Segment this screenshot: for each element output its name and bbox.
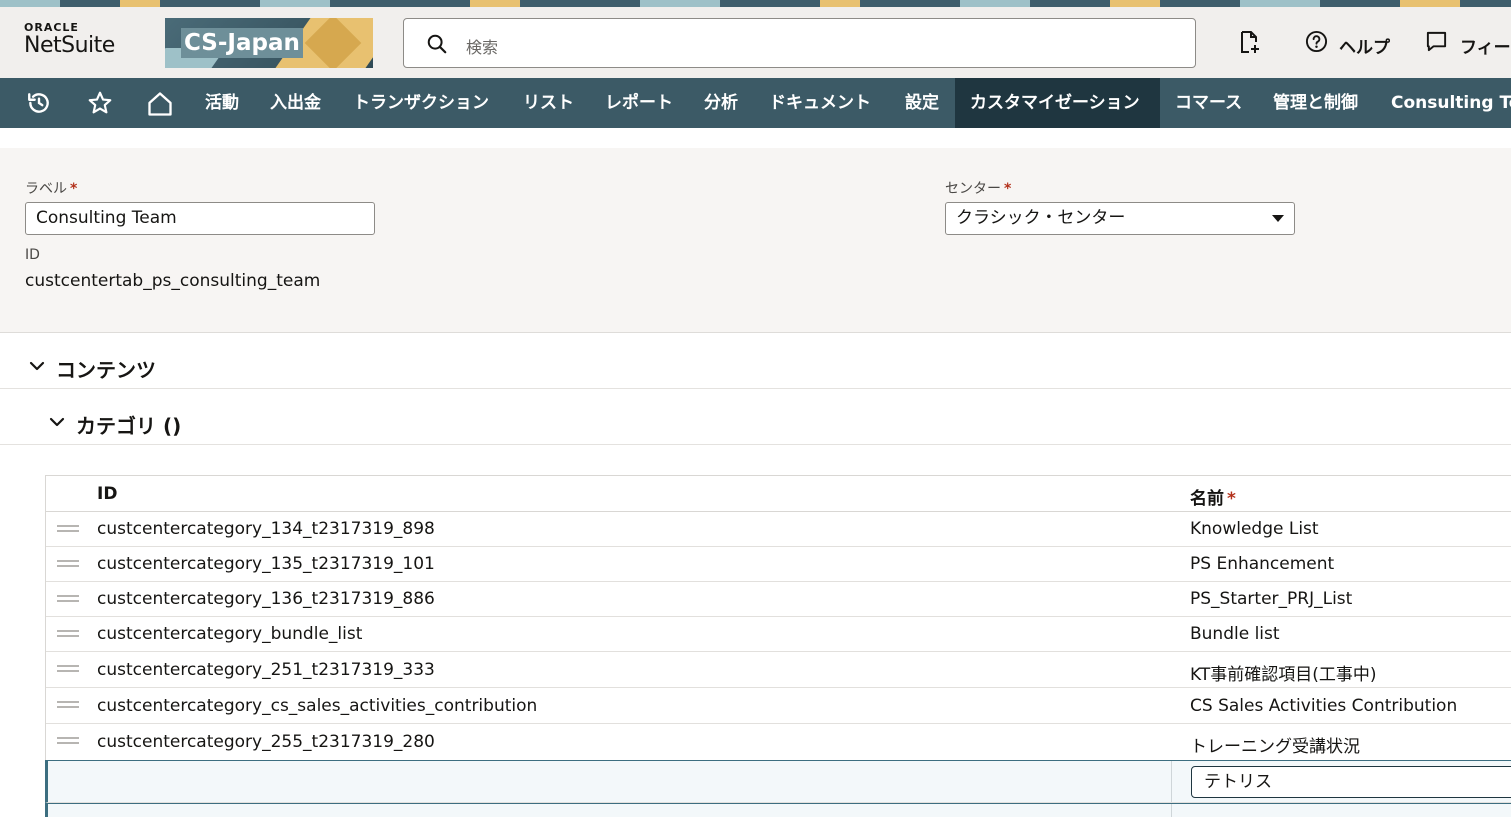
row-id-cell: custcentercategory_bundle_list xyxy=(97,624,363,644)
drag-handle-icon[interactable] xyxy=(57,701,79,709)
table-row-editing[interactable]: テトリス xyxy=(45,760,1511,803)
company-brand-banner: CS-Japan xyxy=(165,18,373,68)
column-header-name[interactable]: 名前 * xyxy=(1190,484,1236,509)
help-link[interactable]: ヘルプ xyxy=(1339,33,1390,58)
row-name-cell: Bundle list xyxy=(1190,624,1280,644)
row-id-cell: custcentercategory_135_t2317319_101 xyxy=(97,554,435,574)
center-field-caption: センター * xyxy=(945,181,1012,197)
row-id-cell: custcentercategory_cs_sales_activities_c… xyxy=(97,696,538,716)
center-select[interactable]: クラシック・センター xyxy=(945,202,1295,235)
app-header: ORACLE NetSuite CS-Japan 検索 ヘルプ フィー xyxy=(0,0,1511,78)
row-name-cell: Knowledge List xyxy=(1190,519,1319,539)
favorites-star-icon[interactable] xyxy=(87,90,113,116)
row-id-cell: custcentercategory_255_t2317319_280 xyxy=(97,732,435,752)
column-divider xyxy=(1171,804,1172,817)
row-name-cell: PS Enhancement xyxy=(1190,554,1335,574)
row-id-cell: custcentercategory_134_t2317319_898 xyxy=(97,519,435,539)
table-row[interactable]: custcentercategory_255_t2317319_280 トレーニ… xyxy=(46,724,1511,760)
drag-handle-icon[interactable] xyxy=(57,737,79,745)
logo-oracle-text: ORACLE xyxy=(24,21,79,34)
drag-handle-icon[interactable] xyxy=(57,665,79,673)
id-field-caption: ID xyxy=(25,247,40,263)
nav-item-customization[interactable]: カスタマイゼーション xyxy=(955,78,1160,128)
nav-item-commerce[interactable]: コマース xyxy=(1160,78,1257,128)
contents-section-header[interactable]: コンテンツ xyxy=(0,333,1511,389)
row-name-cell: トレーニング受講状況 xyxy=(1190,737,1360,757)
nav-item-management[interactable]: 管理と制御 xyxy=(1258,78,1373,128)
main-navigation-bar: 活動 入出金 トランザクション リスト レポート 分析 ドキュメント 設定 カス… xyxy=(0,78,1511,128)
column-divider xyxy=(1171,761,1172,802)
global-search-input[interactable]: 検索 xyxy=(403,18,1196,68)
nav-item-documents[interactable]: ドキュメント xyxy=(754,78,886,128)
chevron-down-icon xyxy=(49,417,65,427)
nav-item-reports[interactable]: レポート xyxy=(590,78,688,128)
header-pattern-stripe xyxy=(0,0,1511,7)
chevron-down-icon xyxy=(29,361,45,371)
category-section-title: カテゴリ () xyxy=(76,414,182,438)
table-row[interactable]: custcentercategory_134_t2317319_898 Know… xyxy=(46,512,1511,547)
table-row[interactable]: custcentercategory_136_t2317319_886 PS_S… xyxy=(46,582,1511,617)
oracle-netsuite-logo[interactable]: ORACLE NetSuite xyxy=(24,22,115,57)
logo-netsuite-text: NetSuite xyxy=(24,33,115,58)
row-name-cell: KT事前確認項目(工事中) xyxy=(1190,665,1377,685)
label-field-input[interactable]: Consulting Team xyxy=(25,202,375,235)
nav-item-setup[interactable]: 設定 xyxy=(890,78,954,128)
brand-text: CS-Japan xyxy=(181,28,303,58)
search-icon xyxy=(427,34,447,54)
search-placeholder: 検索 xyxy=(466,38,499,57)
recent-records-icon[interactable] xyxy=(26,90,52,116)
home-icon[interactable] xyxy=(146,90,174,118)
table-row[interactable]: custcentercategory_cs_sales_activities_c… xyxy=(46,688,1511,724)
center-select-value: クラシック・センター xyxy=(956,208,1126,228)
new-category-name-input[interactable]: テトリス xyxy=(1191,766,1511,798)
nav-item-transactions[interactable]: トランザクション xyxy=(338,78,504,128)
table-header: ID 名前 * xyxy=(46,476,1511,512)
contents-section-title: コンテンツ xyxy=(56,358,156,382)
drag-handle-icon[interactable] xyxy=(57,630,79,638)
category-section-header[interactable]: カテゴリ () xyxy=(0,389,1511,445)
category-table: ID 名前 * custcentercategory_134_t2317319_8… xyxy=(45,475,1511,817)
drag-handle-icon[interactable] xyxy=(57,595,79,603)
row-id-cell: custcentercategory_136_t2317319_886 xyxy=(97,589,435,609)
nav-item-consulting-team[interactable]: Consulting Tea xyxy=(1376,78,1511,128)
help-icon[interactable] xyxy=(1305,30,1328,53)
chevron-down-icon xyxy=(1272,215,1284,222)
drag-handle-icon[interactable] xyxy=(57,560,79,568)
nav-item-payments[interactable]: 入出金 xyxy=(255,78,336,128)
table-row-new[interactable] xyxy=(45,803,1511,817)
table-row[interactable]: custcentercategory_135_t2317319_101 PS E… xyxy=(46,547,1511,582)
drag-handle-icon[interactable] xyxy=(57,525,79,533)
nav-item-activities[interactable]: 活動 xyxy=(190,78,254,128)
required-marker: * xyxy=(70,181,78,197)
id-field-value: custcentertab_ps_consulting_team xyxy=(25,271,321,291)
label-field-caption: ラベル * xyxy=(25,181,78,197)
create-new-record-icon[interactable] xyxy=(1237,30,1261,54)
row-name-cell: PS_Starter_PRJ_List xyxy=(1190,589,1353,609)
feedback-icon[interactable] xyxy=(1425,30,1448,53)
column-header-id[interactable]: ID xyxy=(97,484,117,504)
row-name-cell: CS Sales Activities Contribution xyxy=(1190,696,1458,716)
feedback-link[interactable]: フィー xyxy=(1460,33,1511,58)
nav-item-lists[interactable]: リスト xyxy=(508,78,589,128)
tab-definition-form: ラベル * Consulting Team ID custcentertab_ps… xyxy=(0,148,1511,333)
table-row[interactable]: custcentercategory_bundle_list Bundle li… xyxy=(46,617,1511,652)
table-row[interactable]: custcentercategory_251_t2317319_333 KT事前… xyxy=(46,652,1511,688)
row-id-cell: custcentercategory_251_t2317319_333 xyxy=(97,660,435,680)
nav-item-analytics[interactable]: 分析 xyxy=(689,78,753,128)
required-marker: * xyxy=(1004,181,1012,197)
